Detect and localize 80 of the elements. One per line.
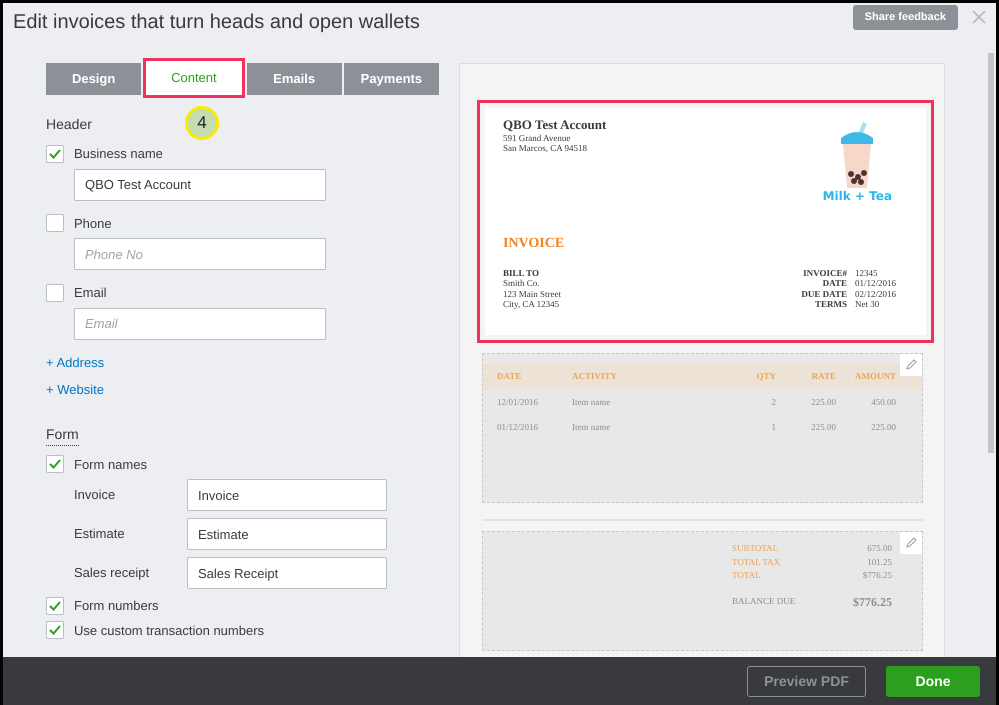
input-field[interactable]: Estimate bbox=[187, 518, 387, 550]
section-heading: Header bbox=[46, 115, 92, 134]
input-field[interactable]: QBO Test Account bbox=[74, 168, 326, 200]
share-feedback-button[interactable]: Share feedback bbox=[852, 5, 958, 30]
field-label: Sales receipt bbox=[74, 564, 150, 582]
address-line: San Marcos, CA 94518 bbox=[503, 143, 588, 154]
checkbox[interactable] bbox=[46, 214, 64, 232]
meta-value: Net 30 bbox=[854, 298, 880, 310]
meta-label: INVOICE# bbox=[802, 268, 847, 278]
checkbox[interactable] bbox=[46, 596, 64, 615]
bill-to-line: City, CA 12345 bbox=[503, 298, 560, 310]
balance-due-label: BALANCE DUE bbox=[732, 594, 796, 608]
bill-to-heading: BILL TO bbox=[503, 268, 540, 278]
checkbox-label: Use custom transaction numbers bbox=[74, 622, 264, 640]
pencil-icon bbox=[905, 359, 917, 372]
bill-to-line: 123 Main Street bbox=[503, 288, 561, 299]
total-label: SUBTOTAL bbox=[732, 542, 780, 556]
total-label: TOTAL TAX bbox=[732, 556, 782, 569]
table-cell-text: 1 bbox=[770, 421, 776, 434]
checkbox-label: Phone bbox=[74, 214, 112, 232]
bill-to-line: Smith Co. bbox=[503, 278, 541, 289]
edit-button[interactable] bbox=[900, 532, 922, 554]
checkbox[interactable] bbox=[46, 455, 64, 474]
input-field[interactable]: Phone No bbox=[74, 238, 326, 270]
balance-due-value: $776.25 bbox=[852, 594, 892, 611]
checkbox-label: Form numbers bbox=[74, 597, 159, 615]
input-field[interactable]: Email bbox=[74, 308, 326, 340]
total-value: 101.25 bbox=[866, 556, 892, 569]
total-value: $776.25 bbox=[862, 569, 892, 582]
link[interactable]: + Website bbox=[46, 380, 104, 400]
logo-text: Milk + Tea bbox=[822, 190, 892, 204]
table-cell-text: 225.00 bbox=[810, 396, 836, 409]
table-cell-text: 225.00 bbox=[810, 421, 836, 434]
scrollbar[interactable] bbox=[988, 53, 994, 453]
column-header: ACTIVITY bbox=[572, 370, 618, 384]
column-header: AMOUNT bbox=[854, 370, 896, 384]
input-field[interactable]: Invoice bbox=[187, 479, 387, 511]
table-cell-text: Item name bbox=[572, 396, 612, 409]
tab[interactable]: Content bbox=[143, 58, 244, 98]
table-cell-text: 225.00 bbox=[870, 421, 896, 434]
address-line: 591 Grand Avenue bbox=[503, 132, 572, 144]
checkbox[interactable] bbox=[46, 621, 64, 640]
close-icon[interactable] bbox=[972, 10, 986, 24]
table-cell-text: Item name bbox=[572, 421, 612, 434]
table-cell-text: 01/12/2016 bbox=[497, 421, 540, 434]
checkbox[interactable] bbox=[46, 144, 64, 163]
field-label: Invoice bbox=[74, 486, 116, 504]
tab[interactable]: Design bbox=[46, 63, 142, 95]
checkbox-label: Email bbox=[74, 284, 107, 302]
window-title: Edit invoices that turn heads and open wallets bbox=[13, 10, 420, 35]
total-value: 675.00 bbox=[866, 542, 892, 556]
meta-value: 12345 bbox=[854, 268, 878, 278]
invoice-title: INVOICE bbox=[503, 236, 566, 252]
meta-label: DATE bbox=[822, 278, 847, 289]
input-field[interactable]: Sales Receipt bbox=[187, 557, 387, 589]
table-cell-text: 450.00 bbox=[870, 396, 896, 409]
checkbox-label: Business name bbox=[74, 145, 163, 163]
section-heading: Form bbox=[46, 424, 79, 446]
column-header: RATE bbox=[810, 370, 836, 384]
link[interactable]: + Address bbox=[46, 352, 104, 372]
total-label: TOTAL bbox=[732, 569, 762, 582]
meta-value: 01/12/2016 bbox=[854, 278, 896, 289]
tab[interactable]: Emails bbox=[246, 63, 342, 95]
checkbox[interactable] bbox=[46, 284, 64, 302]
done-button[interactable]: Done bbox=[886, 666, 980, 696]
checkbox-label: Form names bbox=[74, 456, 147, 474]
meta-value: 02/12/2016 bbox=[854, 288, 896, 299]
meta-label: TERMS bbox=[814, 298, 847, 310]
preview-button[interactable]: Preview PDF bbox=[747, 666, 866, 696]
step-marker: 4 bbox=[185, 106, 219, 140]
table-cell-text: 2 bbox=[770, 396, 776, 409]
field-label: Estimate bbox=[74, 525, 126, 544]
column-header: DATE bbox=[497, 370, 522, 384]
business-name: QBO Test Account bbox=[503, 118, 606, 133]
pencil-icon bbox=[905, 537, 917, 550]
meta-label: DUE DATE bbox=[801, 288, 847, 299]
table-cell-text: 12/01/2016 bbox=[497, 396, 540, 409]
tab[interactable]: Payments bbox=[344, 63, 439, 95]
edit-button[interactable] bbox=[900, 354, 922, 376]
column-header: QTY bbox=[755, 370, 776, 384]
